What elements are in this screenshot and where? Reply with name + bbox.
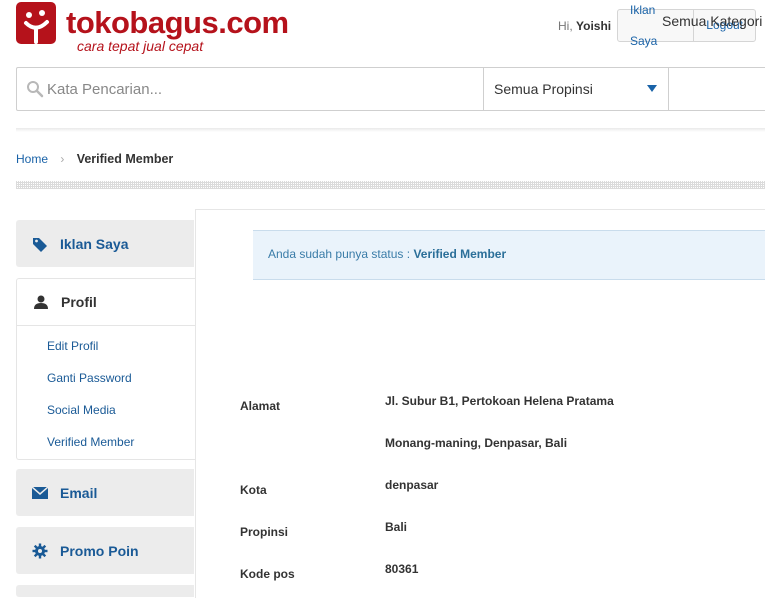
search-icon — [26, 80, 44, 103]
brand-name[interactable]: tokobagus.com — [66, 6, 289, 40]
user-icon — [33, 294, 49, 310]
search-input[interactable] — [47, 68, 477, 110]
category-dropdown-value: Semua Kategori — [662, 13, 763, 29]
province-dropdown-value: Semua Propinsi — [494, 81, 593, 97]
sidebar-tab-my-ads[interactable]: Iklan Saya — [16, 220, 194, 267]
address-label: Alamat — [240, 399, 281, 413]
greeting-prefix: Hi, — [558, 19, 573, 33]
breadcrumb-current: Verified Member — [76, 152, 174, 166]
sidebar-tab-promo-points[interactable]: Promo Poin — [16, 527, 194, 574]
logo-icon[interactable] — [16, 2, 56, 44]
postcode-label: Kode pos — [240, 567, 295, 581]
profile-item-verified-member[interactable]: Verified Member — [47, 435, 134, 449]
section-divider — [16, 181, 765, 189]
province-label: Propinsi — [240, 525, 289, 539]
header-divider — [16, 128, 765, 132]
chevron-right-icon: › — [60, 152, 65, 166]
chevron-down-icon — [647, 85, 657, 92]
breadcrumb: Home › Verified Member — [16, 152, 173, 166]
sidebar-tab-profile[interactable]: Profil — [17, 279, 197, 326]
sidebar-tab-email[interactable]: Email — [16, 469, 194, 516]
gear-icon — [32, 543, 48, 559]
user-greeting: Hi, Yoishi — [558, 19, 611, 33]
envelope-icon — [32, 485, 48, 501]
profile-item-social-media[interactable]: Social Media — [47, 403, 116, 417]
status-notice-text: Anda sudah punya status : Verified Membe… — [268, 247, 506, 261]
profile-item-edit-profile[interactable]: Edit Profil — [47, 339, 98, 353]
address-line-2: Monang-maning, Denpasar, Bali — [385, 436, 568, 450]
tag-icon — [32, 236, 48, 252]
city-label: Kota — [240, 483, 267, 497]
province-value: Bali — [385, 520, 408, 534]
status-notice-message: Anda sudah punya status : — [268, 247, 414, 261]
username: Yoishi — [576, 19, 612, 33]
breadcrumb-home[interactable]: Home — [16, 152, 48, 166]
sidebar-tab-label: Promo Poin — [60, 542, 139, 559]
city-value: denpasar — [385, 478, 439, 492]
status-badge: Verified Member — [413, 247, 507, 261]
brand-tagline: cara tepat jual cepat — [77, 38, 204, 54]
province-dropdown[interactable]: Semua Propinsi — [483, 68, 669, 110]
sidebar-tab-label: Email — [60, 484, 98, 501]
sidebar-tab-more[interactable] — [16, 585, 194, 597]
search-bar: Semua Propinsi — [16, 67, 765, 111]
sidebar-profile-section: Profil Edit Profil Ganti Password Social… — [16, 278, 197, 460]
address-line-1: Jl. Subur B1, Pertokoan Helena Pratama — [385, 394, 614, 408]
profile-item-change-password[interactable]: Ganti Password — [47, 371, 132, 385]
sidebar-tab-label: Iklan Saya — [60, 235, 129, 252]
sidebar-tab-label: Profil — [61, 294, 97, 310]
postcode-value: 80361 — [385, 562, 419, 576]
